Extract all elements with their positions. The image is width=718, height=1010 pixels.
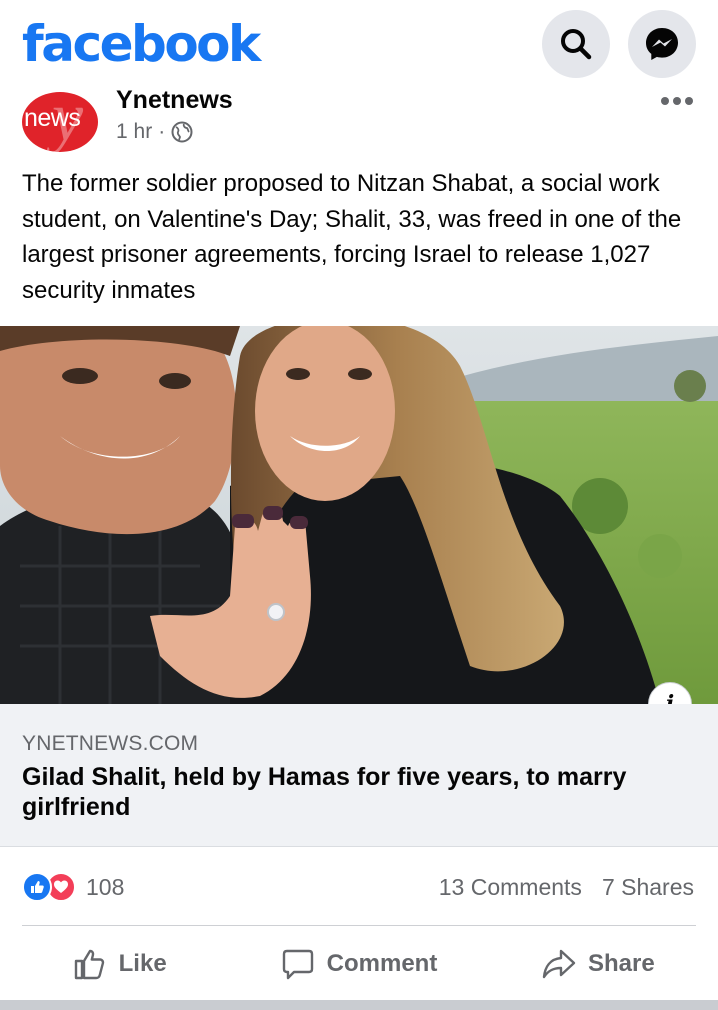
messenger-icon bbox=[646, 28, 678, 60]
globe-icon bbox=[171, 121, 193, 143]
link-preview[interactable]: YNETNEWS.COM Gilad Shalit, held by Hamas… bbox=[0, 704, 718, 847]
more-options-icon[interactable] bbox=[660, 96, 694, 106]
post-photo[interactable] bbox=[0, 326, 718, 704]
comment-icon bbox=[282, 949, 313, 980]
post-header: y news Ynetnews 1 hr · bbox=[0, 86, 718, 158]
post-stats: 108 13 Comments 7 Shares bbox=[0, 860, 718, 914]
search-icon bbox=[561, 29, 592, 60]
facebook-logo[interactable]: facebook bbox=[22, 12, 261, 76]
like-reaction-icon bbox=[22, 872, 52, 902]
top-bar: facebook bbox=[0, 0, 718, 88]
page-avatar[interactable]: y news bbox=[22, 92, 98, 152]
thumbs-up-icon bbox=[74, 949, 104, 980]
post-text: The former soldier proposed to Nitzan Sh… bbox=[22, 170, 682, 304]
post-actions: Like Comment Share bbox=[0, 930, 718, 998]
like-button[interactable]: Like bbox=[0, 930, 239, 998]
photo-illustration bbox=[0, 326, 718, 704]
comments-shares: 13 Comments 7 Shares bbox=[439, 874, 694, 901]
page-name[interactable]: Ynetnews bbox=[116, 86, 233, 114]
messenger-button[interactable] bbox=[628, 10, 696, 78]
share-label: Share bbox=[587, 950, 655, 977]
post-time[interactable]: 1 hr bbox=[116, 120, 152, 144]
link-domain: YNETNEWS.COM bbox=[22, 732, 199, 755]
share-button[interactable]: Share bbox=[479, 930, 718, 998]
link-title[interactable]: Gilad Shalit, held by Hamas for five yea… bbox=[22, 762, 702, 822]
comment-button[interactable]: Comment bbox=[239, 930, 478, 998]
reactions-summary[interactable]: 108 bbox=[22, 872, 124, 902]
like-label: Like bbox=[118, 950, 167, 977]
comment-label: Comment bbox=[326, 950, 438, 977]
comments-count[interactable]: 13 Comments bbox=[439, 874, 582, 901]
post-meta: 1 hr · bbox=[116, 120, 193, 144]
avatar-text: news bbox=[24, 104, 81, 132]
reaction-count: 108 bbox=[86, 873, 125, 900]
meta-separator: · bbox=[158, 120, 166, 143]
shares-count[interactable]: 7 Shares bbox=[602, 874, 694, 901]
share-arrow-icon bbox=[542, 949, 576, 979]
divider bbox=[22, 925, 696, 926]
feed-separator bbox=[0, 1000, 718, 1010]
search-button[interactable] bbox=[542, 10, 610, 78]
